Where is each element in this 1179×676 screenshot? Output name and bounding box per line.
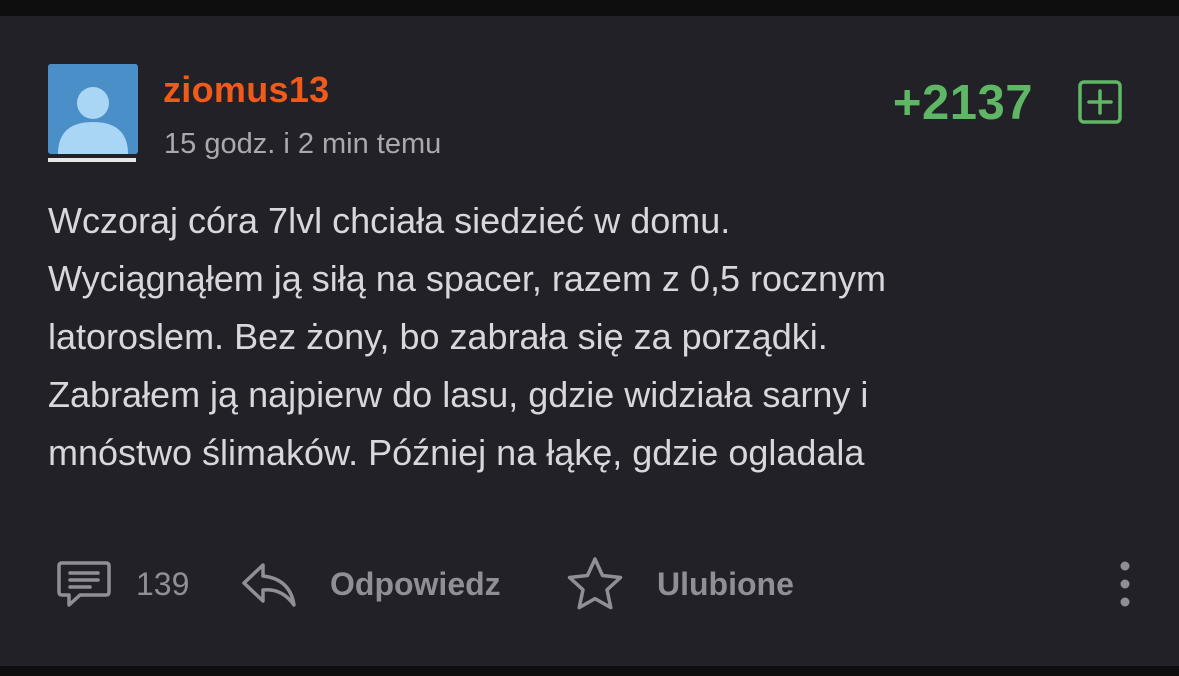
post-body-line: Zabrałem ją najpierw do lasu, gdzie widz… — [48, 374, 869, 415]
post-body-line: Wyciągnąłem ją siłą na spacer, razem z 0… — [48, 258, 887, 299]
favorite-label: Ulubione — [657, 566, 794, 602]
post-body-line: mnóstwo ślimaków. Później na łąkę, gdzie… — [48, 432, 865, 473]
plus-square-icon — [1078, 80, 1122, 124]
more-options-button[interactable] — [1110, 554, 1140, 614]
vote-score: +2137 — [892, 76, 1033, 130]
user-avatar[interactable] — [48, 64, 138, 154]
star-icon — [567, 557, 623, 610]
post-body: Wczoraj córa 7lvl chciała siedzieć w dom… — [48, 192, 1138, 490]
post-card: ziomus13 15 godz. i 2 min temu +2137 Wcz… — [0, 16, 1179, 666]
user-avatar-icon — [48, 64, 138, 154]
post-body-line: Wczoraj córa 7lvl chciała siedzieć w dom… — [48, 200, 731, 241]
upvote-button[interactable] — [1078, 80, 1122, 124]
more-vertical-icon — [1120, 561, 1130, 607]
post-actions: 139 Odpowiedz Ulubione — [0, 554, 1179, 614]
avatar-underline — [48, 158, 136, 162]
comment-count: 139 — [136, 566, 190, 602]
reply-button[interactable]: Odpowiedz — [240, 554, 501, 614]
post-body-line: latoroslem. Bez żony, bo zabrała się za … — [48, 316, 828, 357]
comment-icon — [57, 561, 111, 607]
reply-arrow-icon — [242, 563, 296, 607]
author-name[interactable]: ziomus13 — [163, 68, 329, 112]
reply-label: Odpowiedz — [330, 566, 501, 602]
comments-button[interactable]: 139 — [56, 554, 189, 614]
post-timestamp: 15 godz. i 2 min temu — [164, 128, 442, 160]
favorite-button[interactable]: Ulubione — [566, 554, 794, 614]
